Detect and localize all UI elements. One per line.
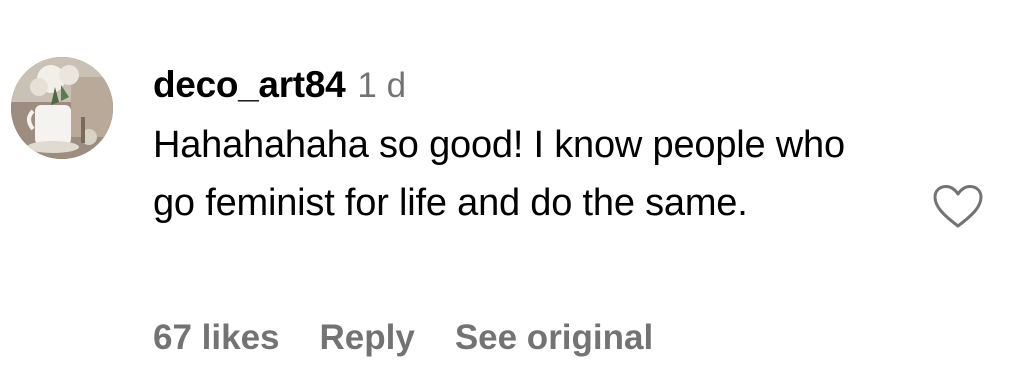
see-original-button[interactable]: See original	[455, 318, 653, 358]
avatar-image	[11, 57, 113, 159]
reply-button[interactable]: Reply	[320, 318, 415, 358]
avatar[interactable]	[11, 57, 113, 159]
comment-text: Hahahahaha so good! I know people who go…	[153, 124, 845, 224]
likes-count-link[interactable]: 67 likes	[153, 318, 280, 358]
like-button[interactable]	[932, 184, 984, 230]
comment-timestamp: 1 d	[357, 66, 407, 105]
username-link[interactable]: deco_art84	[153, 64, 346, 106]
comment-content: deco_art84 1 d Hahahahaha so good! I kno…	[153, 64, 913, 232]
heart-outline-icon	[933, 185, 983, 228]
comment: deco_art84 1 d Hahahahaha so good! I kno…	[0, 0, 1024, 385]
comment-header: deco_art84 1 d	[153, 64, 913, 110]
comment-actions: 67 likes Reply See original	[153, 318, 693, 358]
